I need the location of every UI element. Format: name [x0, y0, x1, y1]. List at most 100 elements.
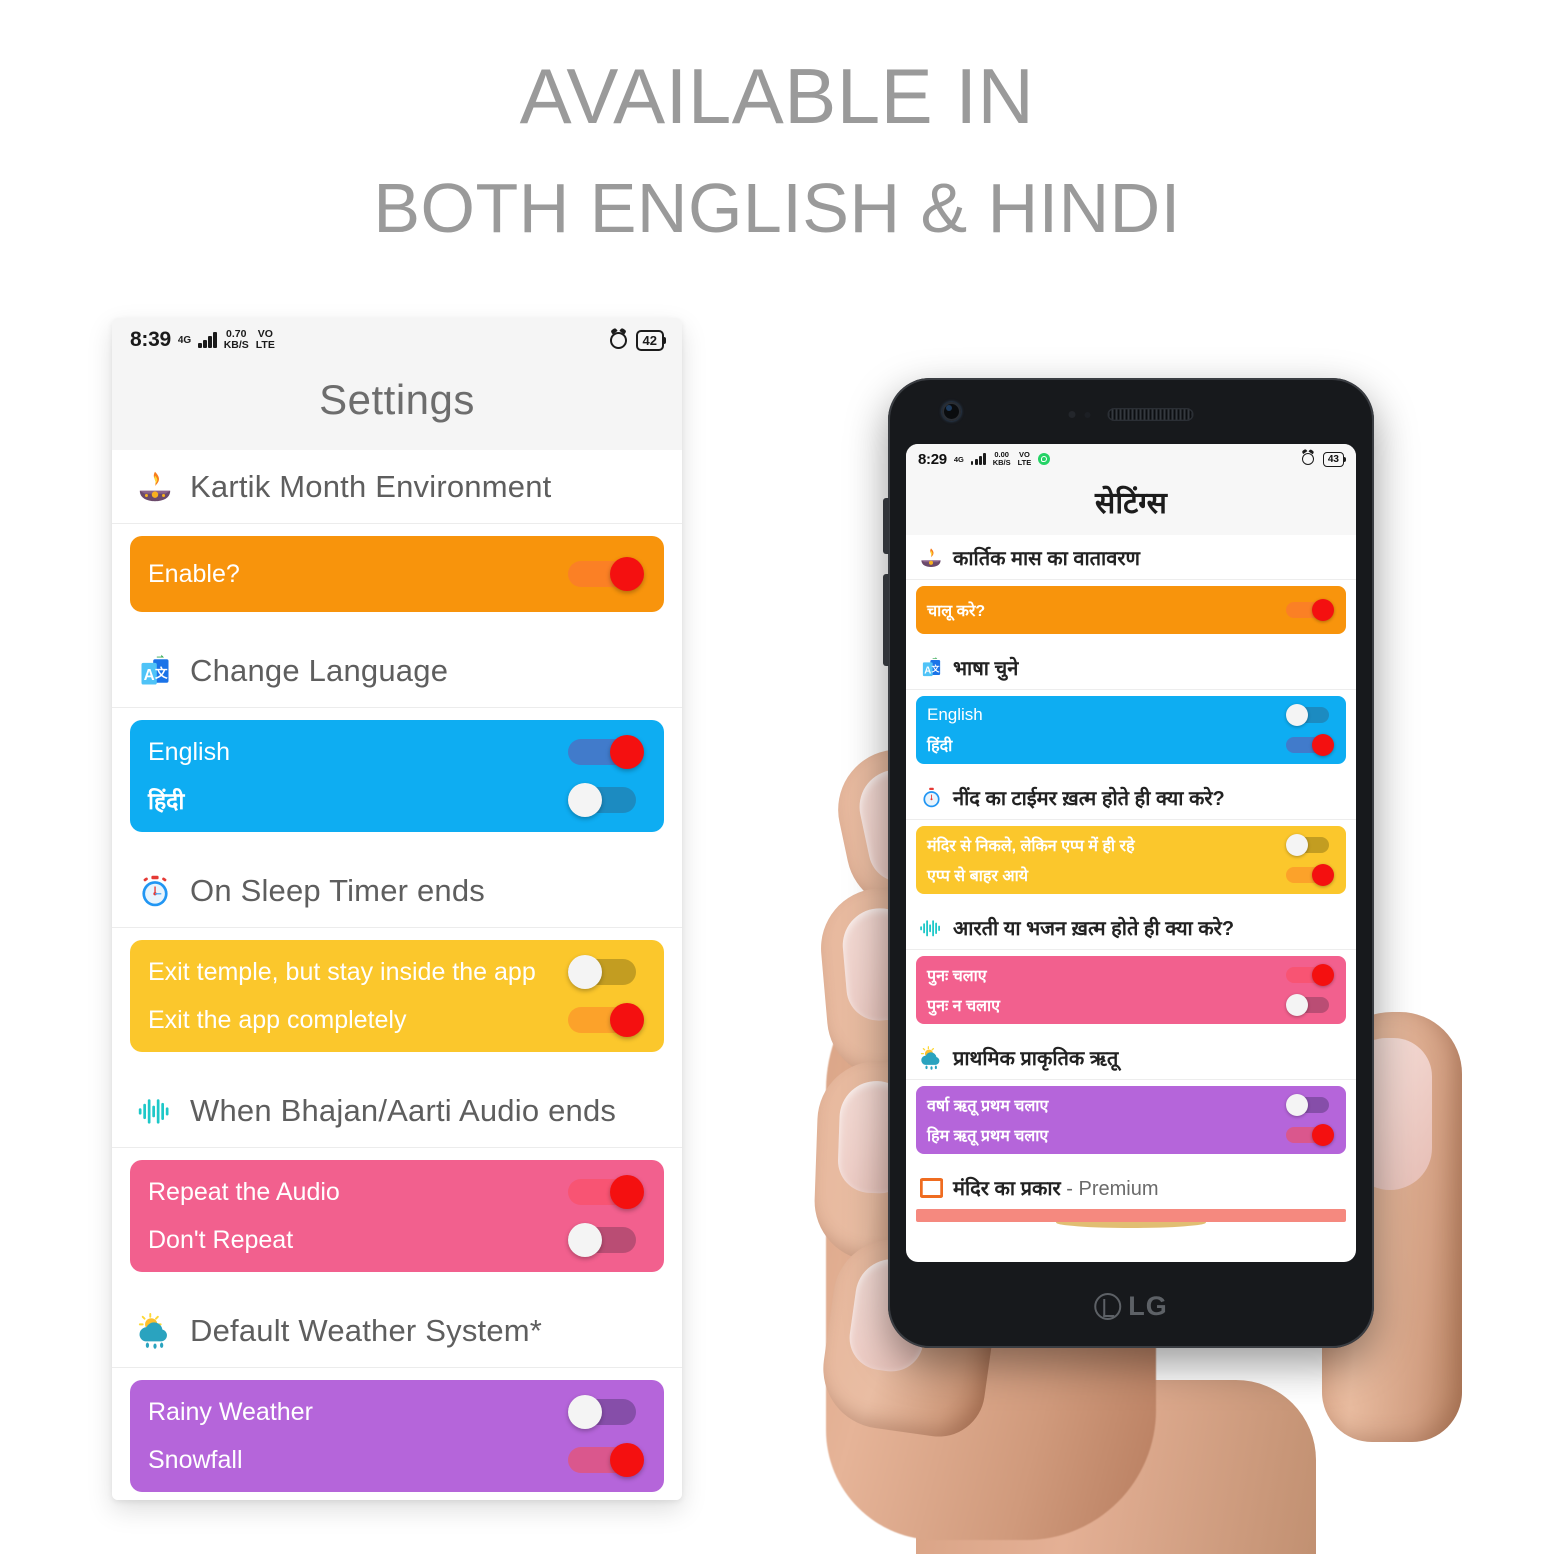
toggle-thumb [568, 783, 602, 817]
svg-text:文: 文 [155, 665, 168, 680]
proximity-sensor-icon [1068, 411, 1076, 418]
data-speed-unit: KB/S [992, 458, 1011, 467]
toggle-rainy-weather[interactable] [1286, 1094, 1334, 1116]
toggle-dont-repeat[interactable] [1286, 994, 1334, 1016]
setting-row-repeat-audio[interactable]: पुनः चलाए [916, 960, 1346, 990]
section-label: आरती या भजन ख़त्म होते ही क्या करे? [953, 918, 1235, 940]
setting-row-repeat-audio[interactable]: Repeat the Audio [130, 1168, 664, 1216]
battery-level-badge: 43 [1322, 451, 1347, 467]
card-sleep-timer: मंदिर से निकले, लेकिन एप्प में ही रहे एप… [916, 826, 1346, 894]
lg-wordmark: LG [1128, 1291, 1168, 1321]
setting-row-snowfall[interactable]: Snowfall [130, 1436, 664, 1484]
sensor-cluster [1068, 408, 1194, 421]
lg-logo-mark-icon [1094, 1293, 1122, 1320]
card-weather: वर्षा ऋतू प्रथम चलाए हिम ऋतू प्रथम चलाए [916, 1086, 1346, 1154]
data-speed-group: 0.00 KB/S [993, 451, 1011, 467]
left-settings-scroll[interactable]: Kartik Month Environment Enable? A 文 Cha… [112, 450, 682, 1500]
row-label: English [927, 705, 983, 724]
toggle-repeat-audio[interactable] [1286, 964, 1334, 986]
left-app-bar: Settings [112, 362, 682, 450]
status-time: 8:29 [918, 450, 947, 468]
volte-indicator: VO LTE [1018, 451, 1032, 467]
card-sleep-timer: Exit temple, but stay inside the app Exi… [130, 940, 664, 1052]
phone-top-bezel [888, 378, 1374, 444]
toggle-hindi[interactable] [568, 783, 644, 817]
signal-bars-icon [970, 453, 986, 465]
card-change-language: English हिंदी [916, 696, 1346, 764]
toggle-english[interactable] [568, 735, 644, 769]
section-header-weather: Default Weather System* [112, 1294, 682, 1368]
right-phone-screen[interactable]: 8:29 4G 0.00 KB/S VO LTE 43 सेटिंग्स कार… [906, 444, 1356, 1262]
toggle-enable[interactable] [1286, 599, 1334, 621]
premium-banner-strip[interactable] [916, 1209, 1346, 1222]
premium-preview-peek [916, 1222, 1346, 1234]
status-bar-right-group: 43 [1301, 451, 1347, 467]
setting-row-hindi[interactable]: हिंदी [916, 730, 1346, 760]
row-label: Rainy Weather [148, 1397, 313, 1426]
setting-row-dont-repeat[interactable]: पुनः न चलाए [916, 990, 1346, 1020]
row-label: वर्षा ऋतू प्रथम चलाए [927, 1098, 1049, 1115]
toggle-rainy-weather[interactable] [568, 1395, 644, 1429]
right-status-bar: 8:29 4G 0.00 KB/S VO LTE 43 [906, 444, 1356, 474]
toggle-exit-app[interactable] [1286, 864, 1334, 886]
sun-rain-cloud-icon [918, 1045, 944, 1071]
status-bar-left-group: 8:39 4G 0.70 KB/S VO LTE [130, 328, 275, 352]
whatsapp-icon [1038, 453, 1051, 465]
right-phone-in-hand: 8:29 4G 0.00 KB/S VO LTE 43 सेटिंग्स कार… [760, 360, 1540, 1554]
toggle-thumb [1312, 599, 1334, 621]
headline-line-2: BOTH ENGLISH & HINDI [373, 169, 1181, 247]
setting-row-english[interactable]: English [916, 700, 1346, 730]
row-label: English [148, 737, 230, 766]
stopwatch-icon [134, 870, 176, 912]
right-app-bar: सेटिंग्स [906, 474, 1356, 535]
setting-row-exit-temple[interactable]: Exit temple, but stay inside the app [130, 948, 664, 996]
card-audio-ends: Repeat the Audio Don't Repeat [130, 1160, 664, 1272]
diya-lamp-icon [134, 466, 176, 508]
toggle-thumb [610, 1443, 644, 1477]
section-label: प्राथमिक प्राकृतिक ऋतू [953, 1048, 1119, 1070]
setting-row-rainy-weather[interactable]: वर्षा ऋतू प्रथम चलाए [916, 1090, 1346, 1120]
frame-square-icon [918, 1175, 944, 1201]
section-header-weather: प्राथमिक प्राकृतिक ऋतू [906, 1035, 1356, 1080]
toggle-english[interactable] [1286, 704, 1334, 726]
row-label: Enable? [148, 559, 240, 588]
setting-row-rainy-weather[interactable]: Rainy Weather [130, 1388, 664, 1436]
toggle-hindi[interactable] [1286, 734, 1334, 756]
toggle-exit-temple[interactable] [568, 955, 644, 989]
toggle-snowfall[interactable] [568, 1443, 644, 1477]
toggle-thumb [1312, 734, 1334, 756]
toggle-thumb [568, 1395, 602, 1429]
setting-row-exit-temple[interactable]: मंदिर से निकले, लेकिन एप्प में ही रहे [916, 830, 1346, 860]
earpiece-speaker-icon [1107, 408, 1194, 421]
svg-text:A: A [924, 665, 931, 676]
toggle-dont-repeat[interactable] [568, 1223, 644, 1257]
row-label: Snowfall [148, 1445, 243, 1474]
lg-phone-device: 8:29 4G 0.00 KB/S VO LTE 43 सेटिंग्स कार… [883, 378, 1374, 1348]
toggle-snowfall[interactable] [1286, 1124, 1334, 1146]
card-kartik-month: Enable? [130, 536, 664, 612]
network-type-label: 4G [177, 334, 192, 346]
setting-row-exit-app[interactable]: Exit the app completely [130, 996, 664, 1044]
card-change-language: English हिंदी [130, 720, 664, 832]
row-label: Repeat the Audio [148, 1177, 340, 1206]
row-label: चालू करे? [927, 603, 986, 620]
setting-row-exit-app[interactable]: एप्प से बाहर आये [916, 860, 1346, 890]
setting-row-hindi[interactable]: हिंदी [130, 776, 664, 824]
section-label: नींद का टाईमर ख़त्म होते ही क्या करे? [953, 788, 1225, 810]
toggle-exit-temple[interactable] [1286, 834, 1334, 856]
lg-brand-logo: LG [1094, 1291, 1168, 1322]
setting-row-enable[interactable]: Enable? [130, 550, 664, 598]
setting-row-snowfall[interactable]: हिम ऋतू प्रथम चलाए [916, 1120, 1346, 1150]
left-status-bar: 8:39 4G 0.70 KB/S VO LTE 42 [112, 318, 682, 362]
setting-row-enable[interactable]: चालू करे? [916, 595, 1346, 625]
audio-wave-icon [918, 915, 944, 941]
row-label: हिंदी [927, 738, 953, 755]
setting-row-dont-repeat[interactable]: Don't Repeat [130, 1216, 664, 1264]
row-label: एप्प से बाहर आये [927, 868, 1028, 885]
toggle-thumb [1312, 864, 1334, 886]
setting-row-english[interactable]: English [130, 728, 664, 776]
toggle-enable[interactable] [568, 557, 644, 591]
toggle-exit-app[interactable] [568, 1003, 644, 1037]
row-label: Don't Repeat [148, 1225, 294, 1254]
toggle-repeat-audio[interactable] [568, 1175, 644, 1209]
